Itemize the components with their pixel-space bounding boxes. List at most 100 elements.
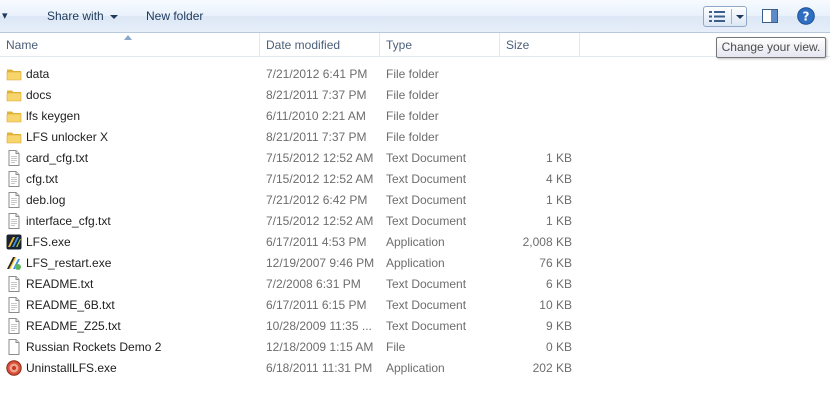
file-name: interface_cfg.txt xyxy=(26,214,111,228)
file-type: Text Document xyxy=(386,277,467,291)
file-type: File folder xyxy=(386,130,439,144)
file-row[interactable]: LFS_restart.exe 12/19/2007 9:46 PM Appli… xyxy=(0,253,830,274)
file-size xyxy=(500,106,572,127)
column-header-type[interactable]: Type xyxy=(380,33,500,56)
new-folder-label: New folder xyxy=(146,9,204,23)
file-name: UninstallLFS.exe xyxy=(26,361,117,375)
file-name: deb.log xyxy=(26,193,66,207)
file-size: 202 KB xyxy=(532,361,572,375)
file-row[interactable]: interface_cfg.txt 7/15/2012 12:52 AM Tex… xyxy=(0,211,830,232)
file-name: README_Z25.txt xyxy=(26,319,121,333)
file-size: 1 KB xyxy=(545,214,572,228)
file-date-modified: 12/18/2009 1:15 AM xyxy=(266,340,374,354)
file-size: 1 KB xyxy=(545,151,572,165)
uninstall-app-icon xyxy=(6,360,22,376)
file-name: cfg.txt xyxy=(26,172,59,186)
chevron-down-icon[interactable]: ▾ xyxy=(2,9,8,22)
file-name: Russian Rockets Demo 2 xyxy=(26,340,162,354)
file-name: data xyxy=(26,67,50,81)
command-bar: ▾ Share with New folder ? xyxy=(0,0,830,33)
file-type: Text Document xyxy=(386,193,467,207)
change-view-button[interactable] xyxy=(703,6,747,27)
share-with-label: Share with xyxy=(47,9,104,23)
file-size: 4 KB xyxy=(545,172,572,186)
file-row[interactable]: deb.log 7/21/2012 6:42 PM Text Document … xyxy=(0,190,830,211)
text-document-icon xyxy=(6,171,22,187)
file-row[interactable]: LFS unlocker X 8/21/2011 7:37 PM File fo… xyxy=(0,127,830,148)
view-button-separator xyxy=(731,9,732,24)
file-size xyxy=(500,85,572,106)
file-type: Application xyxy=(386,235,445,249)
file-date-modified: 7/15/2012 12:52 AM xyxy=(266,214,374,228)
svg-text:?: ? xyxy=(803,9,810,23)
file-date-modified: 7/21/2012 6:41 PM xyxy=(266,67,368,81)
file-date-modified: 8/21/2011 7:37 PM xyxy=(266,130,367,144)
file-row[interactable]: card_cfg.txt 7/15/2012 12:52 AM Text Doc… xyxy=(0,148,830,169)
column-header-bar: Name Date modified Type Size xyxy=(0,33,830,57)
new-folder-button[interactable]: New folder xyxy=(146,0,203,32)
file-size: 1 KB xyxy=(545,193,572,207)
text-document-icon xyxy=(6,276,22,292)
file-size: 76 KB xyxy=(539,256,572,270)
file-row[interactable]: README.txt 7/2/2008 6:31 PM Text Documen… xyxy=(0,274,830,295)
file-row[interactable]: lfs keygen 6/11/2010 2:21 AM File folder xyxy=(0,106,830,127)
file-type: File folder xyxy=(386,88,439,102)
file-row[interactable]: cfg.txt 7/15/2012 12:52 AM Text Document… xyxy=(0,169,830,190)
file-date-modified: 7/15/2012 12:52 AM xyxy=(266,172,374,186)
column-header-date[interactable]: Date modified xyxy=(260,33,380,56)
view-dropdown-icon[interactable] xyxy=(736,15,744,19)
file-name: README.txt xyxy=(26,277,94,291)
file-date-modified: 6/18/2011 11:31 PM xyxy=(266,361,373,375)
file-row[interactable]: LFS.exe 6/17/2011 4:53 PM Application 2,… xyxy=(0,232,830,253)
file-type: File xyxy=(386,340,406,354)
file-name: lfs keygen xyxy=(26,109,81,123)
share-with-button[interactable]: Share with xyxy=(47,0,118,32)
file-name: LFS unlocker X xyxy=(26,130,109,144)
file-size: 0 KB xyxy=(545,340,572,354)
folder-icon xyxy=(6,66,22,82)
file-name: docs xyxy=(26,88,52,102)
file-type: Text Document xyxy=(386,151,467,165)
file-name: LFS.exe xyxy=(26,235,71,249)
file-type: Text Document xyxy=(386,298,467,312)
file-size: 10 KB xyxy=(539,298,572,312)
help-icon[interactable]: ? xyxy=(797,7,815,25)
file-date-modified: 12/19/2007 9:46 PM xyxy=(266,256,375,270)
file-row[interactable]: README_Z25.txt 10/28/2009 11:35 ... Text… xyxy=(0,316,830,337)
file-type: File folder xyxy=(386,109,439,123)
file-type: File folder xyxy=(386,67,439,81)
file-size: 6 KB xyxy=(545,277,572,291)
file-name: LFS_restart.exe xyxy=(26,256,112,270)
file-date-modified: 8/21/2011 7:37 PM xyxy=(266,88,367,102)
column-header-name[interactable]: Name xyxy=(0,33,260,56)
text-document-icon xyxy=(6,192,22,208)
file-name: card_cfg.txt xyxy=(26,151,89,165)
file-row[interactable]: docs 8/21/2011 7:37 PM File folder xyxy=(0,85,830,106)
file-row[interactable]: Russian Rockets Demo 2 12/18/2009 1:15 A… xyxy=(0,337,830,358)
file-row[interactable]: data 7/21/2012 6:41 PM File folder xyxy=(0,64,830,85)
folder-icon xyxy=(6,87,22,103)
preview-pane-icon[interactable] xyxy=(762,9,778,23)
file-date-modified: 7/15/2012 12:52 AM xyxy=(266,151,374,165)
file-date-modified: 7/21/2012 6:42 PM xyxy=(266,193,368,207)
file-type: Application xyxy=(386,361,445,375)
folder-icon xyxy=(6,129,22,145)
file-list: data 7/21/2012 6:41 PM File folder docs … xyxy=(0,64,830,379)
file-name: README_6B.txt xyxy=(26,298,115,312)
file-date-modified: 6/11/2010 2:21 AM xyxy=(266,109,366,123)
file-date-modified: 7/2/2008 6:31 PM xyxy=(266,277,361,291)
text-document-icon xyxy=(6,213,22,229)
file-type: Text Document xyxy=(386,319,467,333)
file-row[interactable]: README_6B.txt 6/17/2011 6:15 PM Text Doc… xyxy=(0,295,830,316)
lfs-app-icon xyxy=(6,234,22,250)
restart-app-icon xyxy=(6,255,22,271)
column-header-size[interactable]: Size xyxy=(500,33,580,56)
blank-file-icon xyxy=(6,339,22,355)
file-row[interactable]: UninstallLFS.exe 6/18/2011 11:31 PM Appl… xyxy=(0,358,830,379)
file-size xyxy=(500,127,572,148)
text-document-icon xyxy=(6,297,22,313)
file-date-modified: 6/17/2011 6:15 PM xyxy=(266,298,367,312)
file-size: 9 KB xyxy=(545,319,572,333)
file-date-modified: 6/17/2011 4:53 PM xyxy=(266,235,367,249)
share-caret-icon xyxy=(109,14,118,19)
